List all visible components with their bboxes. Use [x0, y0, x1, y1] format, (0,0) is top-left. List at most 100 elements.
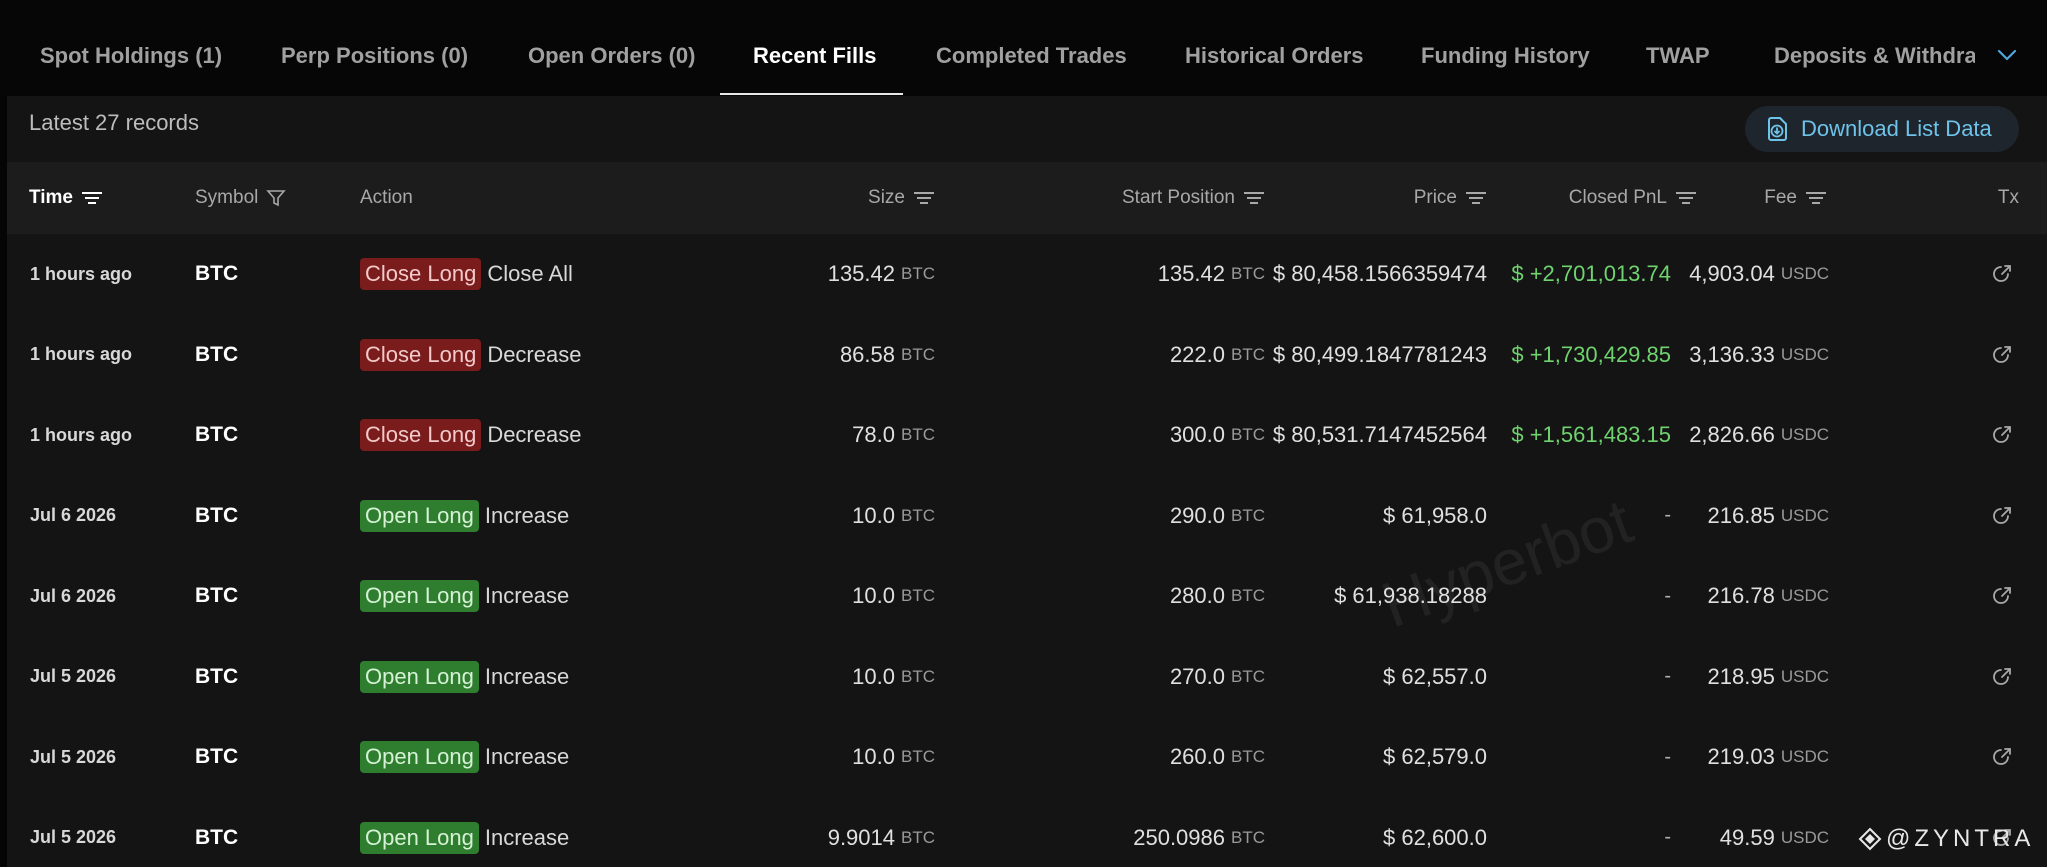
size-unit: BTC [901, 505, 935, 525]
col-size[interactable]: Size [767, 162, 935, 234]
records-count: Latest 27 records [29, 110, 199, 135]
closed-pnl-value: $ +1,730,429.85 [1511, 341, 1671, 367]
start-position-value: 250.0986 [1133, 824, 1225, 850]
author-handle-text: @ZYNTRA [1886, 825, 2035, 852]
col-closed-pnl[interactable]: Closed PnL [1507, 162, 1697, 234]
external-link-icon[interactable] [1990, 423, 2014, 447]
action-badge: Open Long [360, 580, 479, 612]
size-value: 10.0 [852, 663, 895, 689]
action-badge: Close Long [360, 258, 482, 290]
cell-start-position: 222.0 BTC [1047, 315, 1265, 395]
col-time-label: Time [29, 187, 74, 208]
cell-action: Open Long Increase [360, 556, 569, 636]
cell-price: $ 80,531.7147452564 [1237, 395, 1487, 475]
external-link-icon[interactable] [1990, 584, 2014, 608]
size-unit: BTC [901, 586, 935, 605]
author-handle: @ZYNTRA [1858, 825, 2034, 853]
start-position-value: 290.0 [1169, 502, 1225, 528]
chevron-down-icon[interactable] [1992, 40, 2022, 70]
cell-price: $ 62,600.0 [1237, 798, 1487, 867]
cell-symbol[interactable]: BTC [195, 315, 238, 395]
sort-icon[interactable] [913, 190, 935, 206]
download-label: Download List Data [1801, 116, 1992, 141]
fee-unit: USDC [1780, 586, 1829, 605]
tab-deposits-withdrawals[interactable]: Deposits & Withdrawals [1774, 0, 1975, 96]
action-detail: Decrease [487, 422, 582, 447]
tab-perp-positions[interactable]: Perp Positions (0) [281, 0, 468, 96]
sort-icon[interactable] [1465, 190, 1487, 206]
fee-unit: USDC [1780, 425, 1829, 444]
cell-symbol[interactable]: BTC [195, 234, 238, 314]
symbol-text[interactable]: BTC [195, 504, 238, 528]
time-text: Jul 6 2026 [30, 585, 117, 606]
tab-historical-orders[interactable]: Historical Orders [1185, 0, 1364, 96]
fee-unit: USDC [1780, 747, 1829, 766]
symbol-text[interactable]: BTC [195, 423, 238, 447]
fee-unit: USDC [1780, 344, 1829, 364]
external-link-icon[interactable] [1990, 262, 2014, 286]
sort-icon[interactable] [1805, 190, 1827, 206]
cell-action: Open Long Increase [360, 637, 569, 717]
tab-open-orders[interactable]: Open Orders (0) [528, 0, 695, 96]
table-row: Jul 6 2026 BTC Open Long Increase 10.0 BT… [7, 476, 2047, 556]
cell-size: 10.0 BTC [767, 717, 935, 797]
cell-time: Jul 5 2026 [30, 798, 116, 867]
external-link-icon[interactable] [1990, 665, 2014, 689]
cell-symbol[interactable]: BTC [195, 395, 238, 475]
symbol-text[interactable]: BTC [195, 343, 238, 367]
col-start-position[interactable]: Start Position [1047, 162, 1265, 234]
symbol-text[interactable]: BTC [195, 745, 238, 769]
symbol-text[interactable]: BTC [195, 665, 238, 689]
price-value: $ 80,499.1847781243 [1272, 341, 1487, 367]
cell-symbol[interactable]: BTC [195, 717, 238, 797]
tab-clip: Deposits & Withdrawals [1760, 0, 1975, 96]
cell-symbol[interactable]: BTC [195, 798, 238, 867]
action-detail: Close All [487, 261, 573, 286]
tab-spot-holdings[interactable]: Spot Holdings (1) [40, 0, 222, 96]
sort-icon[interactable] [81, 190, 103, 206]
col-time[interactable]: Time [29, 162, 103, 234]
table-header: Time Symbol Action Size Start Position P… [7, 162, 2047, 234]
tab-completed-trades[interactable]: Completed Trades [936, 0, 1127, 96]
size-unit: BTC [901, 344, 935, 364]
external-link-icon[interactable] [1990, 504, 2014, 528]
fills-panel: Latest 27 records Download List Data Tim… [7, 96, 2047, 867]
table-row: Jul 5 2026 BTC Open Long Increase 9.9014… [7, 798, 2047, 867]
time-text: 1 hours ago [30, 263, 133, 284]
download-list-data-button[interactable]: Download List Data [1745, 106, 2019, 152]
start-position-value: 135.42 [1157, 261, 1225, 286]
cell-closed-pnl: - [1497, 798, 1671, 867]
cell-symbol[interactable]: BTC [195, 476, 238, 556]
col-price[interactable]: Price [1307, 162, 1487, 234]
cell-symbol[interactable]: BTC [195, 556, 238, 636]
cell-fee: 3,136.33 USDC [1657, 315, 1829, 395]
tab-twap[interactable]: TWAP [1646, 0, 1710, 96]
cell-closed-pnl: $ +2,701,013.74 [1497, 234, 1671, 314]
sort-icon[interactable] [1675, 190, 1697, 206]
price-value: $ 62,579.0 [1383, 744, 1487, 769]
sort-icon[interactable] [1243, 190, 1265, 206]
table-row: Jul 5 2026 BTC Open Long Increase 10.0 BT… [7, 637, 2047, 717]
symbol-text[interactable]: BTC [195, 826, 238, 850]
col-symbol[interactable]: Symbol [195, 162, 287, 234]
col-fee[interactable]: Fee [1727, 162, 1827, 234]
fee-value: 2,826.66 [1689, 422, 1775, 447]
size-unit: BTC [901, 827, 935, 847]
table-row: Jul 5 2026 BTC Open Long Increase 10.0 BT… [7, 717, 2047, 797]
active-tab-indicator [720, 93, 903, 95]
symbol-text[interactable]: BTC [195, 584, 238, 608]
cell-closed-pnl: $ +1,561,483.15 [1497, 395, 1671, 475]
size-value: 10.0 [852, 502, 895, 528]
tab-funding-history[interactable]: Funding History [1421, 0, 1590, 96]
cell-start-position: 250.0986 BTC [1047, 798, 1265, 867]
external-link-icon[interactable] [1990, 343, 2014, 367]
tab-recent-fills[interactable]: Recent Fills [753, 0, 876, 96]
cell-symbol[interactable]: BTC [195, 637, 238, 717]
size-value: 9.9014 [827, 824, 895, 850]
symbol-text[interactable]: BTC [195, 262, 238, 286]
fee-value: 3,136.33 [1689, 341, 1775, 367]
external-link-icon[interactable] [1990, 745, 2014, 769]
filter-icon[interactable] [266, 188, 287, 208]
col-closed-pnl-label: Closed PnL [1568, 187, 1667, 208]
size-unit: BTC [901, 666, 935, 686]
